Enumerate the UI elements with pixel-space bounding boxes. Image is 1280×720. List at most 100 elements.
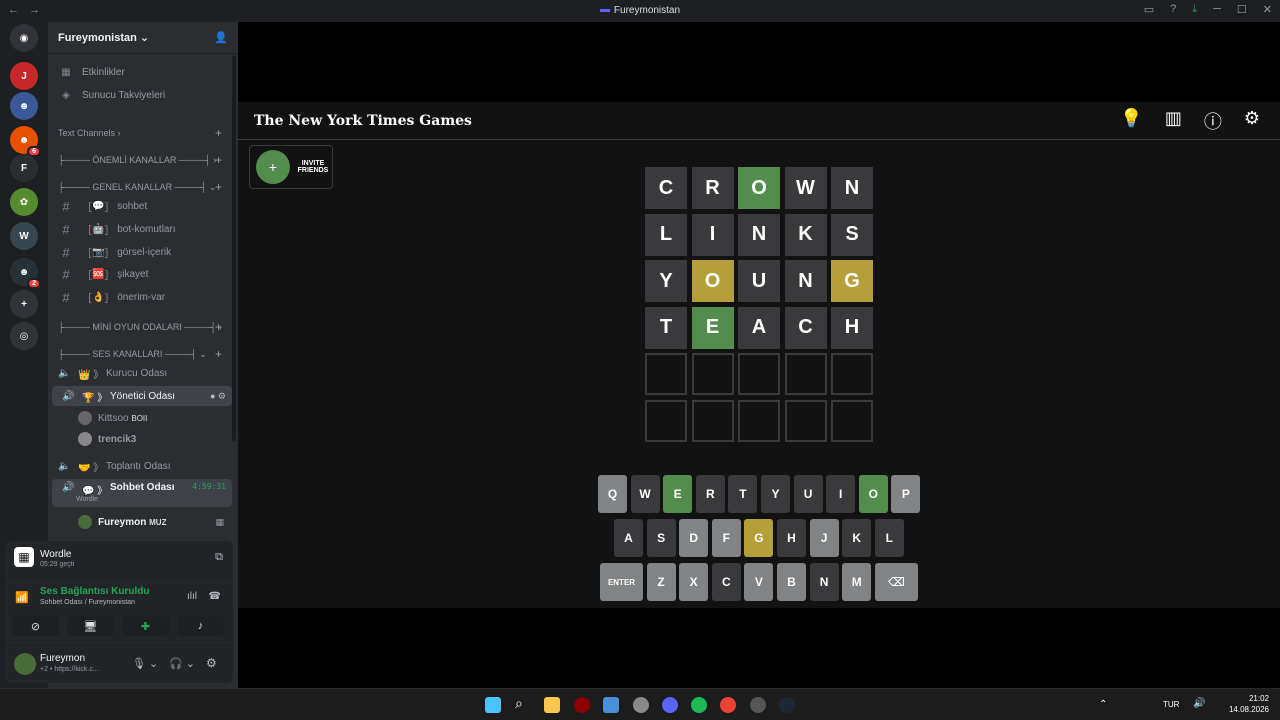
voice-channel-kurucu[interactable]: 🔈 👑 》 Kurucu Odası bbox=[48, 363, 232, 383]
clock-date[interactable]: 14.08.2026 bbox=[1220, 705, 1269, 714]
channel-settings-icon[interactable]: ● ⚙ bbox=[210, 391, 226, 402]
file-explorer-icon[interactable] bbox=[544, 697, 560, 713]
download-icon[interactable]: ⤓ bbox=[1192, 3, 1197, 16]
add-member-icon[interactable]: 👤 bbox=[214, 31, 228, 44]
noise-suppression-icon[interactable]: ılıl bbox=[187, 591, 197, 602]
key-t[interactable]: T bbox=[728, 475, 758, 513]
category-text-channels[interactable]: Text Channels › + bbox=[48, 123, 232, 143]
settings-gear-icon[interactable]: ⚙ bbox=[206, 656, 217, 670]
channel-gorsel-icerik[interactable]: # ［ 📷 ］ görsel-içerik bbox=[48, 242, 232, 262]
key-s[interactable]: S bbox=[646, 519, 676, 557]
voice-channel-toplanti[interactable]: 🔈 🤝 》 Toplantı Odası bbox=[48, 456, 232, 476]
voice-user-kittsoo[interactable]: Kittsoo BOII bbox=[48, 408, 232, 428]
voice-user-fureymon[interactable]: Fureymon MUZ ▦ bbox=[48, 512, 232, 532]
plus-icon[interactable]: + bbox=[215, 126, 222, 140]
microphone-icon[interactable]: 🎙 ⌄ bbox=[132, 657, 158, 670]
voice-user-trencik3[interactable]: trencik3 bbox=[48, 429, 232, 449]
key-c[interactable]: C bbox=[711, 563, 741, 601]
category-general[interactable]: ├──── GENEL KANALLAR ────┤ ⌄ + bbox=[48, 177, 232, 197]
server-icon-1[interactable]: J bbox=[10, 62, 38, 90]
clock-time[interactable]: 21:02 bbox=[1229, 694, 1269, 703]
server-icon-2[interactable]: ☻ bbox=[10, 92, 38, 120]
voice-channel-sohbet[interactable]: 🔊 💬 》 Sohbet Odası 4:59:31 Wordle bbox=[52, 479, 232, 507]
plus-icon[interactable]: + bbox=[215, 153, 222, 167]
key-o[interactable]: O bbox=[858, 475, 888, 513]
popout-icon[interactable]: ⧉ bbox=[215, 551, 223, 564]
key-g[interactable]: G bbox=[744, 519, 774, 557]
category-mini-games[interactable]: ├──── MİNİ OYUN ODALARI ────┤ › + bbox=[48, 317, 232, 337]
plus-icon[interactable]: + bbox=[215, 320, 222, 334]
avatar[interactable] bbox=[14, 653, 36, 675]
key-r[interactable]: R bbox=[695, 475, 725, 513]
inbox-icon[interactable]: ▭ bbox=[1144, 3, 1154, 16]
key-i[interactable]: I bbox=[826, 475, 856, 513]
channel-bot-komutlari[interactable]: # ［ 🤖 ］ bot-komutları bbox=[48, 219, 232, 239]
server-icon-3[interactable]: ☻ 6 bbox=[10, 126, 41, 157]
app-icon[interactable] bbox=[574, 697, 590, 713]
key-j[interactable]: J bbox=[809, 519, 839, 557]
invite-friends-button[interactable]: + INVITE FRIENDS bbox=[249, 145, 333, 189]
hint-lightbulb-icon[interactable]: 💡 bbox=[1120, 108, 1142, 134]
soundboard-button[interactable]: ♪ bbox=[177, 616, 224, 636]
key-a[interactable]: A bbox=[614, 519, 643, 557]
channel-sikayet[interactable]: # ［ 🆘 ］ şikayet bbox=[48, 264, 232, 284]
sidebar-item-events[interactable]: ▦ Etkinlikler bbox=[48, 62, 232, 82]
scrollbar[interactable] bbox=[232, 56, 236, 441]
backspace-key[interactable]: ⌫ bbox=[874, 563, 918, 601]
key-d[interactable]: D bbox=[679, 519, 709, 557]
category-important[interactable]: ├──── ÖNEMLİ KANALLAR ────┤ › + bbox=[48, 150, 232, 170]
key-h[interactable]: H bbox=[777, 519, 806, 557]
app-icon[interactable] bbox=[750, 697, 766, 713]
plus-icon[interactable]: + bbox=[215, 180, 222, 194]
key-f[interactable]: F bbox=[711, 519, 741, 557]
disconnect-icon[interactable]: ☎ bbox=[209, 591, 221, 602]
steam-icon[interactable] bbox=[779, 697, 795, 713]
channel-sohbet[interactable]: # ［ 💬 ］ sohbet bbox=[48, 196, 232, 216]
volume-icon[interactable]: 🔊 bbox=[1193, 698, 1205, 709]
chrome-icon[interactable] bbox=[720, 697, 736, 713]
key-m[interactable]: M bbox=[842, 563, 872, 601]
activity-button[interactable]: ✚ bbox=[122, 616, 169, 636]
headphones-icon[interactable]: 🎧 ⌄ bbox=[169, 657, 195, 670]
key-l[interactable]: L bbox=[874, 519, 904, 557]
help-icon[interactable]: ? bbox=[1170, 3, 1176, 16]
help-icon[interactable]: ⓘ bbox=[1204, 108, 1222, 134]
discord-home-icon[interactable]: ◉ bbox=[10, 24, 38, 52]
key-e[interactable]: E bbox=[663, 475, 693, 513]
language-indicator[interactable]: TUR bbox=[1163, 700, 1179, 709]
stats-chart-icon[interactable]: ▥ bbox=[1165, 108, 1182, 134]
camera-off-button[interactable]: ⊘ bbox=[12, 616, 59, 636]
category-voice[interactable]: ├──── SES KANALLARI ────┤ ⌄ + bbox=[48, 344, 232, 364]
discord-taskbar-icon[interactable] bbox=[662, 697, 678, 713]
discover-icon[interactable]: ◎ bbox=[10, 322, 38, 350]
plus-icon[interactable]: + bbox=[215, 347, 222, 361]
tray-chevron-icon[interactable]: ⌃ bbox=[1099, 699, 1107, 710]
server-icon-6[interactable]: W bbox=[10, 222, 38, 250]
key-v[interactable]: V bbox=[744, 563, 774, 601]
spotify-icon[interactable] bbox=[691, 697, 707, 713]
key-w[interactable]: W bbox=[630, 475, 660, 513]
key-p[interactable]: P bbox=[891, 475, 921, 513]
sidebar-item-boosts[interactable]: ◈ Sunucu Takviyeleri bbox=[48, 85, 232, 105]
key-z[interactable]: Z bbox=[646, 563, 676, 601]
key-u[interactable]: U bbox=[793, 475, 823, 513]
server-icon-7[interactable]: ☻ 2 bbox=[10, 258, 41, 289]
enter-key[interactable]: ENTER bbox=[600, 563, 643, 601]
server-header[interactable]: Fureymonistan ⌄ 👤 bbox=[48, 22, 238, 54]
server-icon-fureymonistan[interactable]: F bbox=[10, 154, 38, 182]
key-y[interactable]: Y bbox=[761, 475, 790, 513]
maximize-button[interactable]: ☐ bbox=[1237, 3, 1247, 16]
settings-gear-icon[interactable]: ⚙ bbox=[1244, 108, 1260, 134]
store-icon[interactable] bbox=[603, 697, 619, 713]
key-n[interactable]: N bbox=[809, 563, 839, 601]
key-k[interactable]: K bbox=[842, 519, 872, 557]
add-server-icon[interactable]: + bbox=[10, 290, 38, 318]
minimize-button[interactable]: ─ bbox=[1213, 3, 1221, 16]
screen-share-button[interactable]: 🖥 bbox=[67, 616, 114, 636]
server-icon-5[interactable]: ✿ bbox=[10, 188, 38, 216]
voice-channel-yonetici[interactable]: 🔊 🏆 》 Yönetici Odası ● ⚙ bbox=[52, 386, 232, 406]
key-x[interactable]: X bbox=[679, 563, 709, 601]
steelseries-icon[interactable] bbox=[633, 697, 649, 713]
close-button[interactable]: ✕ bbox=[1263, 3, 1272, 16]
key-q[interactable]: Q bbox=[598, 475, 627, 513]
